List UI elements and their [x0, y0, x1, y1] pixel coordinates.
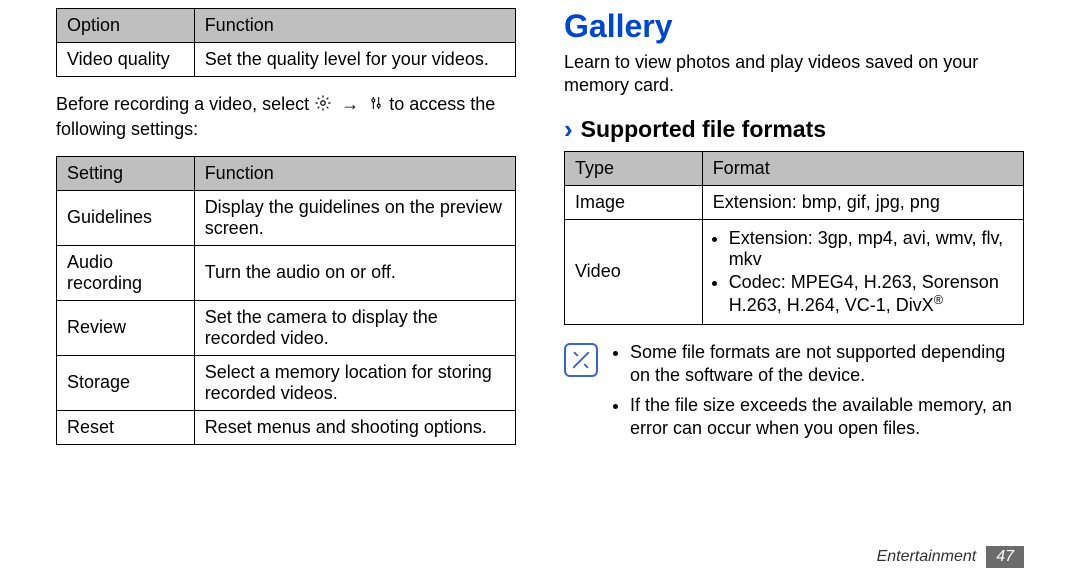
table-row: Video Extension: 3gp, mp4, avi, wmv, flv…: [565, 219, 1024, 324]
table-row: Video quality Set the quality level for …: [57, 43, 516, 77]
table-header-row: Option Function: [57, 9, 516, 43]
subsection-heading: › Supported file formats: [564, 116, 1024, 143]
header-setting: Setting: [57, 156, 195, 190]
video-format-codec: Codec: MPEG4, H.263, Sorenson H.263, H.2…: [729, 272, 1013, 316]
cell-type: Video: [565, 219, 703, 324]
page-body: Option Function Video quality Set the qu…: [0, 0, 1080, 461]
video-format-list: Extension: 3gp, mp4, avi, wmv, flv, mkv …: [713, 228, 1013, 316]
registered-mark: ®: [934, 293, 943, 307]
header-type: Type: [565, 151, 703, 185]
page-number: 47: [986, 546, 1024, 568]
cell-setting: Storage: [57, 355, 195, 410]
formats-table: Type Format Image Extension: bmp, gif, j…: [564, 151, 1024, 325]
video-codec-text: Codec: MPEG4, H.263, Sorenson H.263, H.2…: [729, 272, 999, 315]
note-item: If the file size exceeds the available m…: [630, 394, 1024, 441]
table-row: Reset Reset menus and shooting options.: [57, 410, 516, 444]
cell-function: Set the quality level for your videos.: [194, 43, 515, 77]
table-row: Review Set the camera to display the rec…: [57, 300, 516, 355]
note-list: Some file formats are not supported depe…: [612, 341, 1024, 447]
option-table: Option Function Video quality Set the qu…: [56, 8, 516, 77]
settings-table: Setting Function Guidelines Display the …: [56, 156, 516, 445]
header-format: Format: [702, 151, 1023, 185]
cell-setting: Review: [57, 300, 195, 355]
left-column: Option Function Video quality Set the qu…: [56, 8, 516, 461]
cell-option: Video quality: [57, 43, 195, 77]
section-lead: Learn to view photos and play videos sav…: [564, 51, 1024, 98]
note-icon: [564, 343, 598, 377]
header-function: Function: [194, 156, 515, 190]
table-header-row: Type Format: [565, 151, 1024, 185]
cell-setting: Guidelines: [57, 190, 195, 245]
cell-function: Reset menus and shooting options.: [194, 410, 515, 444]
intro-paragraph: Before recording a video, select → to ac…: [56, 93, 516, 142]
arrow-icon: →: [337, 93, 363, 116]
cell-format: Extension: 3gp, mp4, avi, wmv, flv, mkv …: [702, 219, 1023, 324]
cell-function: Display the guidelines on the preview sc…: [194, 190, 515, 245]
cell-function: Turn the audio on or off.: [194, 245, 515, 300]
subsection-title: Supported file formats: [581, 116, 826, 143]
cell-function: Set the camera to display the recorded v…: [194, 300, 515, 355]
table-row: Audio recording Turn the audio on or off…: [57, 245, 516, 300]
right-column: Gallery Learn to view photos and play vi…: [564, 8, 1024, 461]
section-title: Gallery: [564, 8, 1024, 45]
table-row: Guidelines Display the guidelines on the…: [57, 190, 516, 245]
gear-icon: [314, 94, 332, 118]
cell-function: Select a memory location for storing rec…: [194, 355, 515, 410]
note-item: Some file formats are not supported depe…: [630, 341, 1024, 388]
header-function: Function: [194, 9, 515, 43]
cell-type: Image: [565, 185, 703, 219]
table-row: Image Extension: bmp, gif, jpg, png: [565, 185, 1024, 219]
note-block: Some file formats are not supported depe…: [564, 341, 1024, 447]
table-row: Storage Select a memory location for sto…: [57, 355, 516, 410]
video-format-ext: Extension: 3gp, mp4, avi, wmv, flv, mkv: [729, 228, 1013, 270]
cell-setting: Audio recording: [57, 245, 195, 300]
cell-setting: Reset: [57, 410, 195, 444]
intro-text-a: Before recording a video, select: [56, 94, 314, 114]
footer-section-name: Entertainment: [877, 548, 977, 566]
chevron-right-icon: ›: [564, 116, 573, 142]
table-header-row: Setting Function: [57, 156, 516, 190]
page-footer: Entertainment 47: [877, 546, 1024, 568]
header-option: Option: [57, 9, 195, 43]
sliders-icon: [368, 94, 384, 118]
cell-format: Extension: bmp, gif, jpg, png: [702, 185, 1023, 219]
